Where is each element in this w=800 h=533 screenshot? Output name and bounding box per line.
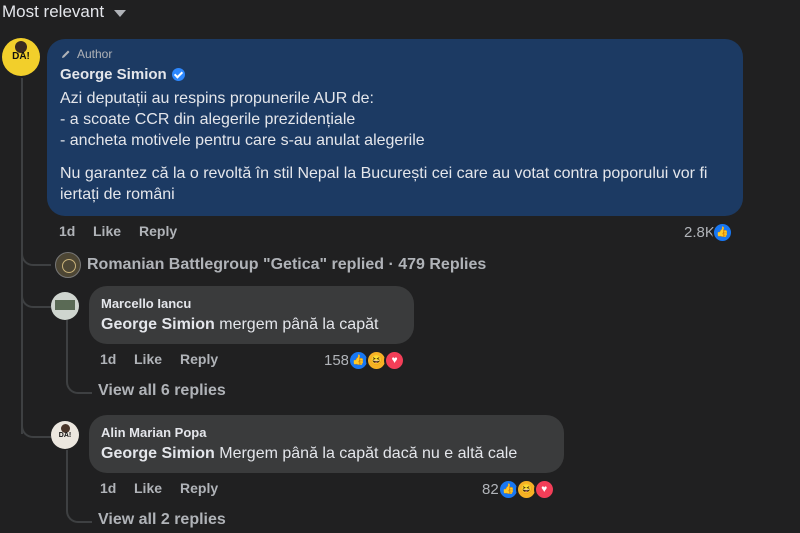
thread-elbow xyxy=(66,320,92,394)
view-all-replies-link[interactable]: View all 6 replies xyxy=(98,382,226,400)
mention-link[interactable]: George Simion xyxy=(101,445,215,462)
avatar-marcello-iancu[interactable] xyxy=(51,292,79,320)
view-all-replies-link[interactable]: View all 2 replies xyxy=(98,511,226,529)
like-button[interactable]: Like xyxy=(134,351,180,367)
thread-elbow xyxy=(21,230,51,266)
timestamp[interactable]: 1d xyxy=(100,351,134,367)
commenter-name[interactable]: George Simion xyxy=(60,66,185,83)
avatar-text: DA! xyxy=(12,51,30,62)
sort-dropdown[interactable]: Most relevant xyxy=(2,2,127,22)
view-replies-link[interactable]: Romanian Battlegroup "Getica" replied · … xyxy=(55,252,486,278)
main-comment-text: Azi deputații au respins propunerile AUR… xyxy=(60,90,708,203)
reaction-summary[interactable]: 158 👍 😆 ♥ xyxy=(324,350,406,371)
like-reaction-icon: 👍 xyxy=(711,222,733,243)
love-reaction-icon: ♥ xyxy=(384,350,406,371)
sort-label: Most relevant xyxy=(2,2,105,21)
thread-elbow xyxy=(66,450,92,523)
commenter-name[interactable]: Marcello Iancu xyxy=(101,296,191,311)
pencil-icon xyxy=(62,50,70,58)
reply-bubble xyxy=(89,415,564,473)
avatar-getica xyxy=(55,252,81,278)
like-button[interactable]: Like xyxy=(134,480,180,496)
reply-text: George Simion Mergem până la capăt dacă … xyxy=(101,445,518,462)
avatar-alin-marian-popa[interactable]: DA! xyxy=(51,421,79,449)
thread-elbow xyxy=(21,410,51,438)
timestamp[interactable]: 1d xyxy=(59,223,93,239)
reply-text: George Simion mergem până la capăt xyxy=(101,316,379,333)
reaction-summary[interactable]: 2.8K 👍 xyxy=(684,222,733,243)
reply-actions: 1d Like Reply xyxy=(100,480,218,496)
reply-button[interactable]: Reply xyxy=(180,480,218,496)
commenter-name[interactable]: Alin Marian Popa xyxy=(101,425,206,440)
reply-button[interactable]: Reply xyxy=(139,223,177,239)
caret-down-icon xyxy=(114,10,127,17)
reply-button[interactable]: Reply xyxy=(180,351,218,367)
verified-badge-icon xyxy=(171,68,185,81)
author-badge: Author xyxy=(60,47,112,61)
avatar-george-simion[interactable]: DA! xyxy=(2,38,40,76)
main-comment-actions: 1d Like Reply xyxy=(59,223,177,239)
like-button[interactable]: Like xyxy=(93,223,139,239)
love-reaction-icon: ♥ xyxy=(533,479,555,500)
reaction-summary[interactable]: 82 👍 😆 ♥ xyxy=(482,479,555,500)
avatar-text: DA! xyxy=(58,432,72,439)
thread-elbow xyxy=(21,278,51,308)
mention-link[interactable]: George Simion xyxy=(101,316,215,333)
timestamp[interactable]: 1d xyxy=(100,480,134,496)
reply-actions: 1d Like Reply xyxy=(100,351,218,367)
reply-bubble xyxy=(89,286,414,344)
